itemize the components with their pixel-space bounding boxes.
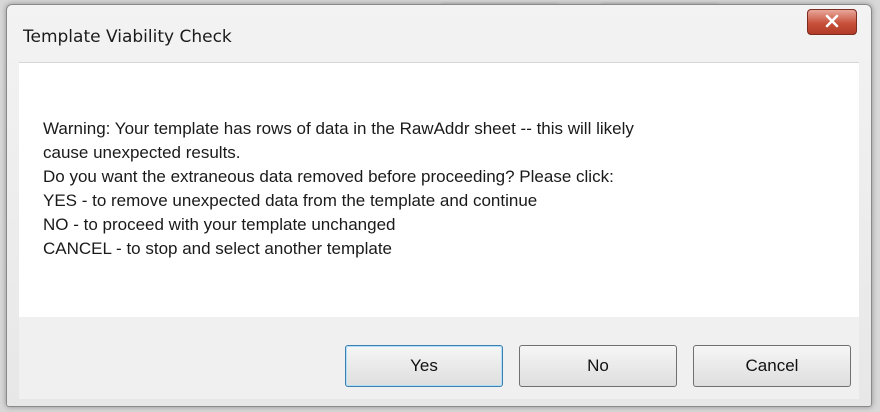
message-line: cause unexpected results. (43, 143, 241, 162)
no-button[interactable]: No (519, 345, 677, 387)
message-area: Warning: Your template has rows of data … (19, 62, 859, 318)
dialog-title: Template Viability Check (23, 27, 232, 47)
message-line: YES - to remove unexpected data from the… (43, 191, 538, 210)
close-icon (825, 13, 839, 32)
title-bar[interactable]: Template Viability Check (7, 5, 871, 65)
yes-button[interactable]: Yes (345, 345, 503, 387)
warning-message: Warning: Your template has rows of data … (43, 117, 634, 261)
message-line: Warning: Your template has rows of data … (43, 119, 634, 138)
message-line: NO - to proceed with your template uncha… (43, 215, 396, 234)
close-button[interactable] (807, 9, 857, 35)
message-line: Do you want the extraneous data removed … (43, 167, 614, 186)
message-line: CANCEL - to stop and select another temp… (43, 239, 392, 258)
template-viability-dialog: Template Viability Check Warning: Your t… (6, 4, 872, 407)
cancel-button[interactable]: Cancel (693, 345, 851, 387)
